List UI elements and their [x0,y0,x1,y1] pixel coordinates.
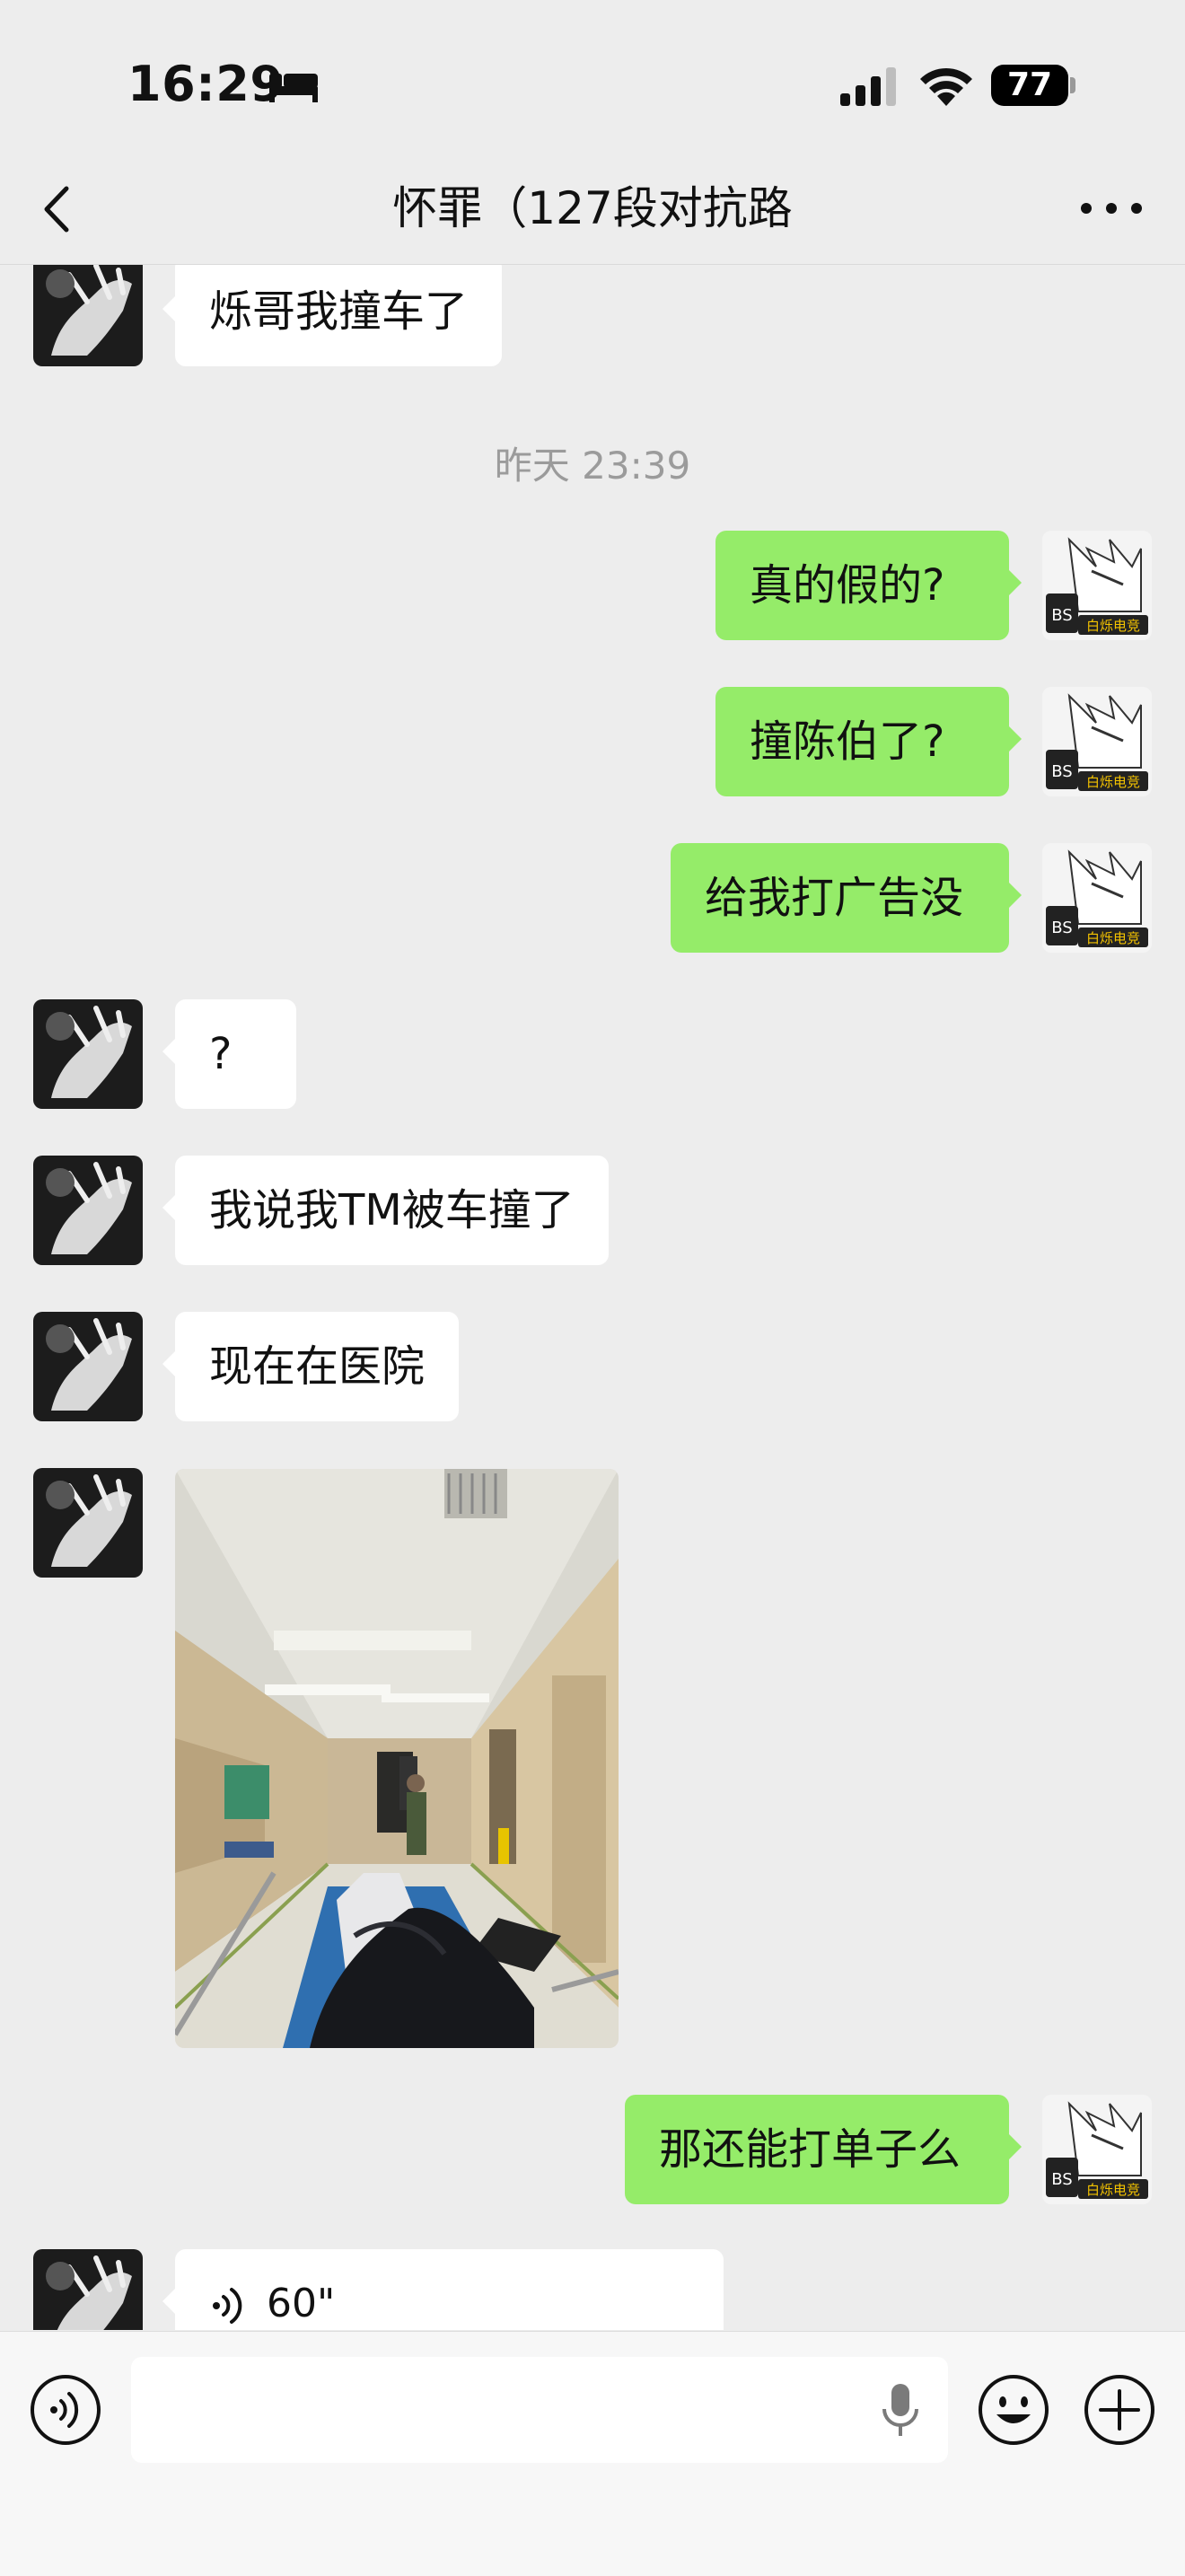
svg-text:BS: BS [1051,2170,1072,2189]
contact-avatar[interactable] [33,265,143,366]
self-avatar[interactable]: BS 白烁电竞 [1042,2095,1152,2204]
svg-text:BS: BS [1051,606,1072,625]
voice-wave-icon [213,2288,242,2324]
self-avatar[interactable]: BS 白烁电竞 [1042,687,1152,796]
contact-avatar[interactable] [33,1312,143,1421]
svg-text:BS: BS [1051,762,1072,781]
message-input[interactable] [131,2357,948,2463]
message-bubble-incoming[interactable]: 我说我TM被车撞了 [162,1156,609,1265]
svg-text:BS: BS [1051,919,1072,937]
voice-duration: 60" [267,2281,336,2326]
more-dots-icon[interactable] [1077,196,1146,221]
battery-cap [1070,77,1075,93]
contact-avatar[interactable] [33,2249,143,2330]
voice-message[interactable]: 60" [162,2249,724,2330]
status-bar: 16:29 77 [0,0,1185,153]
plus-icon[interactable] [1083,2373,1156,2447]
image-message[interactable] [175,1469,619,2048]
chat-header: 怀罪（127段对抗路 [0,153,1185,265]
avatar-badge-text: 白烁电竞 [1086,618,1140,634]
self-avatar[interactable]: BS 白烁电竞 [1042,843,1152,953]
wifi-icon [920,67,972,106]
message-bubble-incoming[interactable]: ? [162,999,296,1109]
chat-title: 怀罪（127段对抗路 [392,182,793,234]
emoji-icon[interactable] [977,2373,1050,2447]
microphone-icon[interactable] [880,2382,921,2440]
sleep-focus-icon [269,74,318,102]
message-bubble-outgoing[interactable]: 那还能打单子么 [625,2095,1022,2204]
voice-toggle-icon[interactable] [29,2373,102,2447]
message-list[interactable]: 烁哥我撞车了 昨天 23:39 真的假的? BS 白烁电竞 撞陈伯了? BS 白烁电… [0,265,1185,2330]
input-bar [0,2331,1185,2576]
message-timestamp: 昨天 23:39 [494,444,691,488]
cellular-signal-icon [840,67,896,106]
hospital-photo-image [175,1469,619,2048]
contact-avatar[interactable] [33,1468,143,1578]
message-bubble-incoming[interactable]: 现在在医院 [162,1312,460,1421]
self-avatar[interactable]: BS 白烁电竞 [1042,531,1152,640]
message-bubble-outgoing[interactable]: 真的假的? [715,531,1022,640]
message-bubble-outgoing[interactable]: 撞陈伯了? [715,687,1022,796]
message-bubble-outgoing[interactable]: 给我打广告没 [671,843,1022,953]
status-time: 16:29 [127,56,285,112]
avatar-badge-text: 白烁电竞 [1086,774,1140,790]
contact-avatar[interactable] [33,1156,143,1265]
avatar-badge-text: 白烁电竞 [1086,2182,1140,2198]
message-bubble-incoming[interactable]: 烁哥我撞车了 [162,265,503,366]
avatar-badge-text: 白烁电竞 [1086,930,1140,946]
contact-avatar[interactable] [33,999,143,1109]
battery-level: 77 [1006,66,1053,103]
